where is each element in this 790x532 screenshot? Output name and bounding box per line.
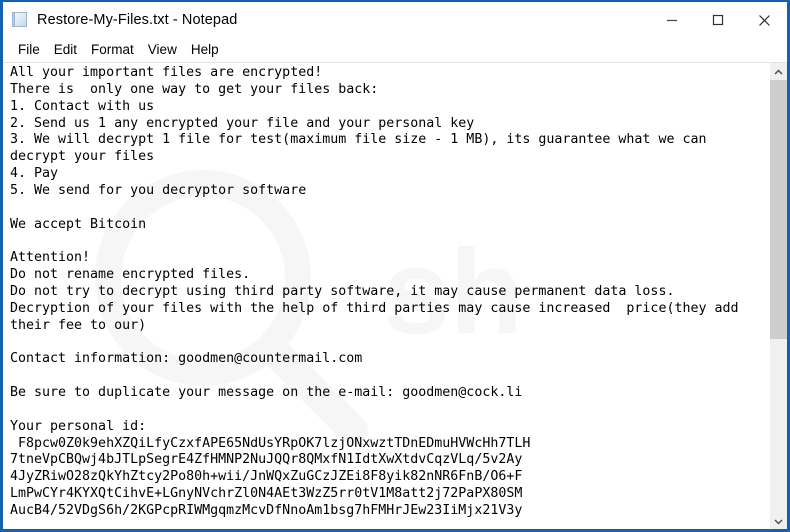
close-icon [758,14,771,27]
window-title: Restore-My-Files.txt - Notepad [37,12,238,28]
menu-item-view[interactable]: View [141,41,184,59]
minimize-icon [666,14,678,26]
text-editor-area[interactable]: sh All your important files are encrypte… [3,63,769,529]
scrollbar-thumb[interactable] [770,80,787,340]
menu-bar: File Edit Format View Help [3,39,787,62]
maximize-icon [712,14,724,26]
menu-item-help[interactable]: Help [184,41,226,59]
notepad-window: Restore-My-Files.txt - Notepad File Edit [0,0,790,532]
scroll-up-button[interactable] [770,63,787,80]
title-bar: Restore-My-Files.txt - Notepad [3,2,787,39]
menu-item-file[interactable]: File [11,41,47,59]
chevron-up-icon [774,63,783,81]
maximize-button[interactable] [695,2,741,38]
window-controls [649,2,787,38]
scroll-down-button[interactable] [770,512,787,529]
vertical-scrollbar[interactable] [769,63,787,529]
menu-item-format[interactable]: Format [84,41,141,59]
minimize-button[interactable] [649,2,695,38]
editor-region: sh All your important files are encrypte… [3,62,787,529]
chevron-down-icon [774,512,783,530]
ransom-note-text: All your important files are encrypted! … [10,65,739,518]
scrollbar-track[interactable] [770,80,787,512]
close-button[interactable] [741,2,787,38]
menu-item-edit[interactable]: Edit [47,41,84,59]
notepad-document-icon [12,11,30,29]
